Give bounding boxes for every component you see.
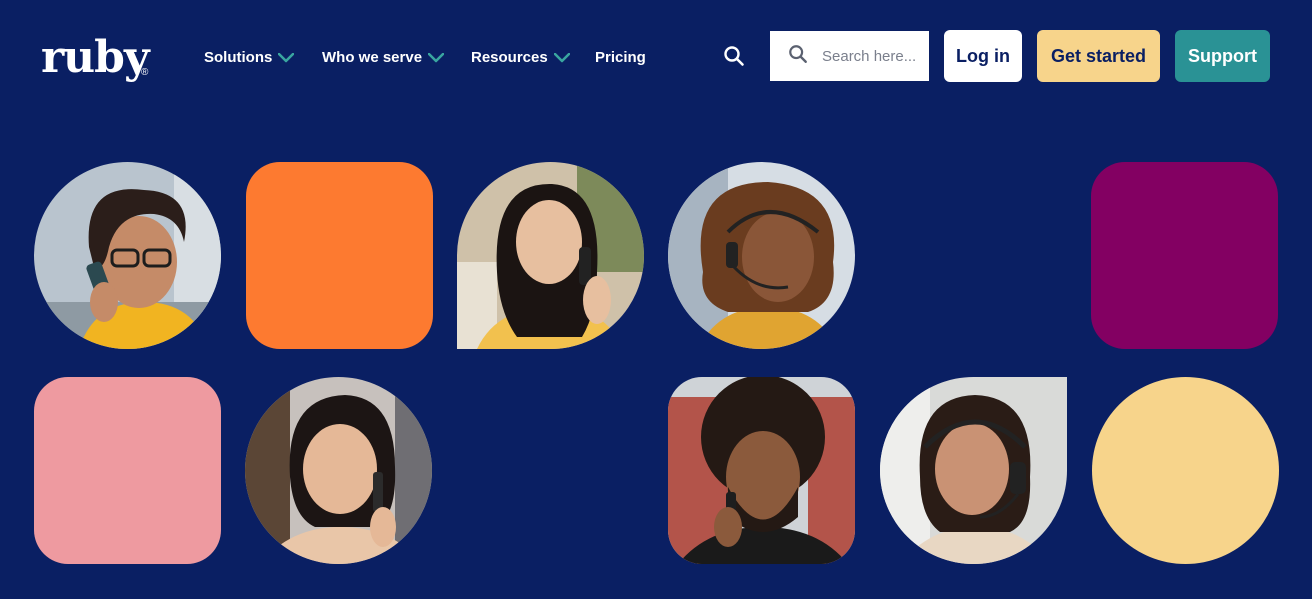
nav-pricing-label: Pricing bbox=[595, 48, 646, 66]
log-in-button[interactable]: Log in bbox=[944, 30, 1022, 82]
nav-solutions[interactable]: Solutions bbox=[204, 46, 295, 68]
chevron-down-icon bbox=[427, 50, 445, 67]
registered-mark: ® bbox=[141, 67, 149, 78]
nav-solutions-label: Solutions bbox=[204, 48, 273, 66]
nav-pricing[interactable]: Pricing bbox=[595, 46, 646, 68]
photo-woman-headset-2 bbox=[880, 377, 1067, 564]
nav-who-we-serve-label: Who we serve bbox=[322, 48, 423, 66]
brand-name: ruby bbox=[41, 32, 150, 83]
search-input[interactable] bbox=[822, 47, 922, 65]
search-field[interactable] bbox=[770, 31, 929, 81]
pink-tile bbox=[34, 377, 221, 564]
photo-woman-headset bbox=[668, 162, 855, 349]
orange-tile bbox=[246, 162, 433, 349]
chevron-down-icon bbox=[278, 50, 295, 67]
magenta-tile bbox=[1091, 162, 1278, 349]
search-icon bbox=[788, 44, 808, 69]
chevron-down-icon bbox=[553, 50, 570, 67]
get-started-button[interactable]: Get started bbox=[1037, 30, 1160, 82]
nav-resources[interactable]: Resources bbox=[471, 46, 570, 68]
nav-who-we-serve[interactable]: Who we serve bbox=[322, 46, 445, 68]
photo-woman-smiling-phone-2 bbox=[245, 377, 432, 564]
photo-woman-smiling-phone bbox=[457, 162, 644, 349]
support-button[interactable]: Support bbox=[1175, 30, 1270, 82]
search-toggle-icon[interactable] bbox=[723, 45, 745, 67]
nav-resources-label: Resources bbox=[471, 48, 548, 66]
yellow-circle-tile bbox=[1092, 377, 1279, 564]
photo-woman-glasses-phone bbox=[34, 162, 221, 349]
ruby-logo[interactable]: ruby ® bbox=[41, 36, 150, 80]
photo-man-curly-hair-phone bbox=[668, 377, 855, 564]
